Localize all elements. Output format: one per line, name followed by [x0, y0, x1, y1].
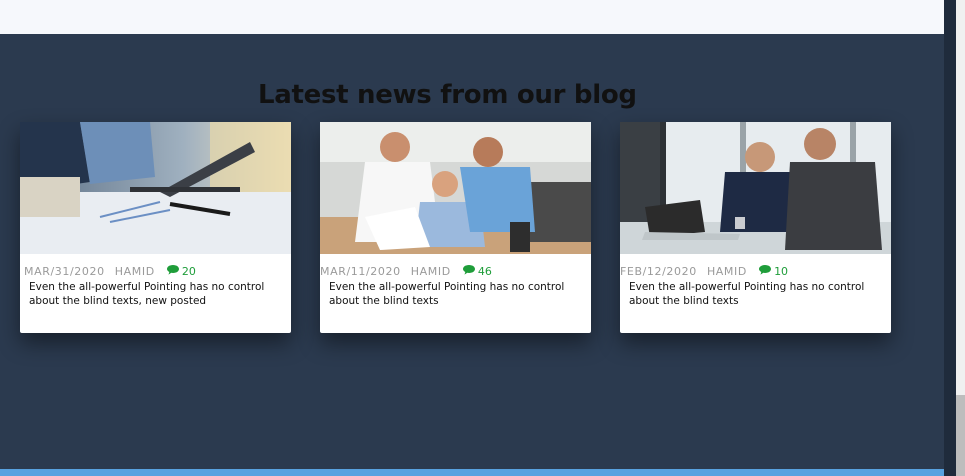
blog-card[interactable]: MAR/31/2020 HAMID 20 Even the all-powerf…: [20, 122, 291, 333]
post-author[interactable]: HAMID: [115, 265, 155, 278]
post-date[interactable]: MAR/11/2020: [320, 265, 401, 278]
scrollbar-track[interactable]: [956, 0, 965, 476]
post-excerpt[interactable]: Even the all-powerful Pointing has no co…: [329, 280, 581, 308]
comment-icon: [462, 265, 475, 275]
comment-icon: [166, 265, 179, 275]
post-author[interactable]: HAMID: [411, 265, 451, 278]
post-comments[interactable]: 10: [759, 264, 788, 278]
footer-top-bar: [0, 469, 944, 476]
post-meta: MAR/31/2020 HAMID 20: [24, 264, 287, 278]
post-comments[interactable]: 20: [166, 264, 196, 278]
team-discussion-photo[interactable]: [320, 122, 591, 254]
post-meta: FEB/12/2020 HAMID 10: [620, 264, 887, 278]
previous-section-strip: [0, 0, 944, 34]
post-comments[interactable]: 46: [462, 264, 492, 278]
section-title: Latest news from our blog: [258, 80, 637, 110]
comment-count: 20: [181, 264, 196, 278]
post-date[interactable]: FEB/12/2020: [620, 265, 697, 278]
post-meta: MAR/11/2020 HAMID 46: [320, 264, 587, 278]
post-author[interactable]: HAMID: [707, 265, 747, 278]
blog-card[interactable]: MAR/11/2020 HAMID 46 Even the all-powerf…: [320, 122, 591, 333]
post-excerpt[interactable]: Even the all-powerful Pointing has no co…: [29, 280, 281, 308]
blog-card[interactable]: FEB/12/2020 HAMID 10 Even the all-powerf…: [620, 122, 891, 333]
post-date[interactable]: MAR/31/2020: [24, 265, 105, 278]
business-laptop-photo[interactable]: [620, 122, 891, 254]
post-excerpt[interactable]: Even the all-powerful Pointing has no co…: [629, 280, 881, 308]
office-meeting-photo[interactable]: [20, 122, 291, 254]
comment-count: 10: [774, 264, 789, 278]
comment-icon: [759, 265, 772, 275]
scrollbar-thumb[interactable]: [956, 395, 965, 476]
comment-count: 46: [477, 264, 492, 278]
